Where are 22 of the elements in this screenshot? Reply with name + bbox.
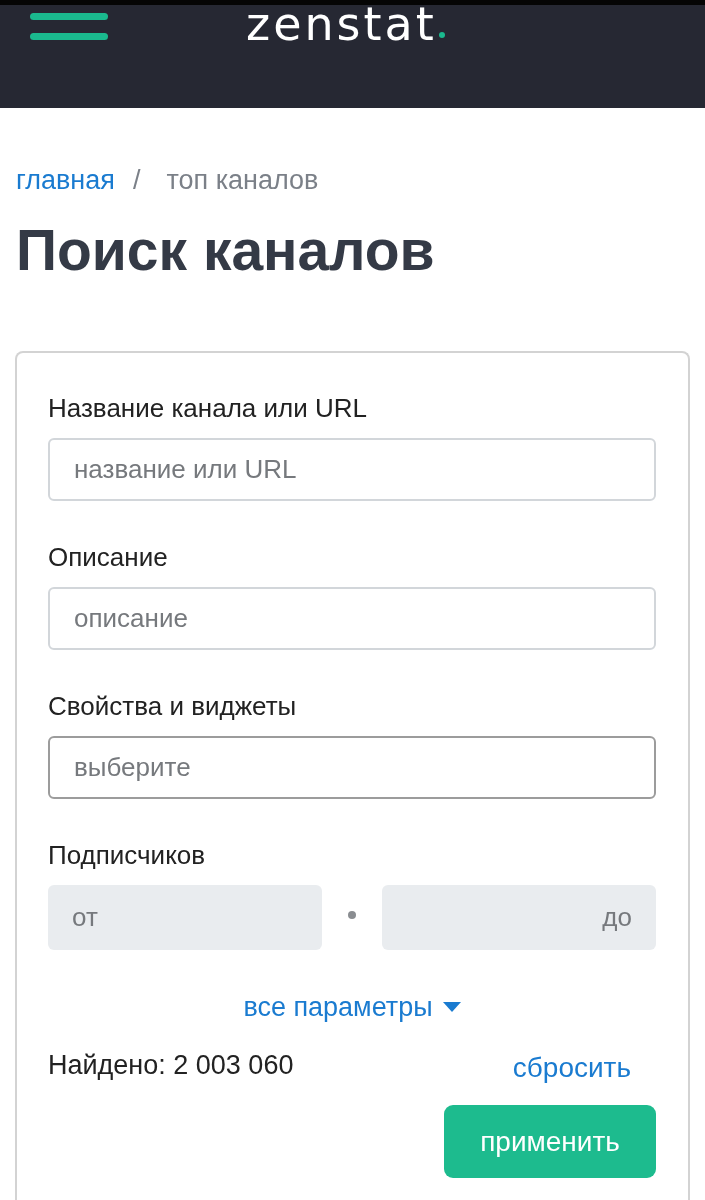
logo-text[interactable]: zenstat xyxy=(246,1,437,47)
all-parameters-link[interactable]: все параметры xyxy=(243,989,461,1025)
range-to-field[interactable]: до xyxy=(382,885,656,950)
page-title: Поиск каналов xyxy=(16,217,436,283)
caret-down-icon xyxy=(442,1002,461,1012)
range-from-field[interactable]: от xyxy=(48,885,322,950)
breadcrumb-separator: / xyxy=(132,164,141,197)
apply-button[interactable]: применить xyxy=(444,1105,656,1178)
field-label: Название канала или URL xyxy=(48,392,368,425)
field-label: Подписчиков xyxy=(48,839,207,872)
logo-dot-icon xyxy=(438,32,445,38)
separator-dot-icon xyxy=(348,910,356,919)
breadcrumb-link[interactable]: главная xyxy=(16,162,115,198)
field-label: Свойства и виджеты xyxy=(48,690,298,723)
select-field[interactable]: выберите xyxy=(48,736,656,799)
results-count: Найдено: 2 003 060 xyxy=(48,1049,294,1082)
breadcrumb-current: топ каналов xyxy=(166,164,319,197)
input-field[interactable]: название или URL xyxy=(48,438,656,501)
menu-icon[interactable] xyxy=(30,13,108,40)
field-label: Описание xyxy=(48,541,169,574)
input-field[interactable]: описание xyxy=(48,587,656,650)
reset-link[interactable]: сбросить xyxy=(512,1050,631,1086)
